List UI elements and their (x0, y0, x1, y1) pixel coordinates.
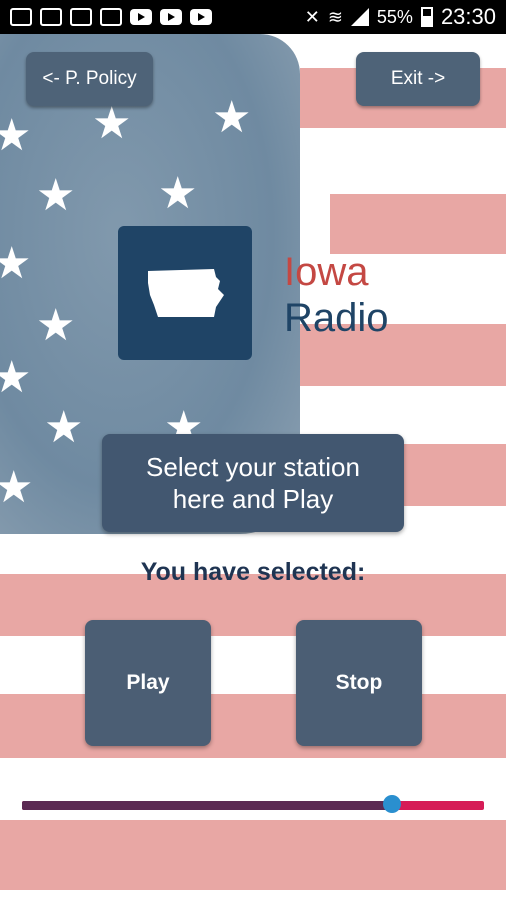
signal-icon (350, 8, 369, 26)
battery-icon (420, 7, 433, 27)
mail-icon (40, 8, 62, 26)
youtube-icon (190, 9, 212, 25)
star-icon: ★ (36, 301, 76, 350)
volume-fill (22, 801, 392, 810)
star-icon: ★ (44, 403, 84, 452)
logo-word-iowa: Iowa (284, 250, 369, 294)
youtube-icon (130, 9, 152, 25)
volume-slider[interactable] (22, 795, 484, 813)
message-icon (10, 8, 32, 26)
star-icon: ★ (0, 463, 34, 512)
apps-icon (70, 8, 92, 26)
notification-icons (10, 8, 212, 26)
status-bar: ✕ ≋ 55% 23:30 (0, 0, 506, 34)
image-icon (100, 8, 122, 26)
star-icon: ★ (0, 111, 32, 160)
stop-button[interactable]: Stop (296, 620, 422, 746)
play-button[interactable]: Play (85, 620, 211, 746)
station-select-line2: here and Play (172, 484, 334, 514)
star-icon: ★ (92, 99, 132, 148)
star-icon: ★ (212, 93, 252, 142)
star-icon: ★ (158, 169, 198, 218)
iowa-logo (118, 226, 252, 360)
station-select-line1: Select your station (146, 451, 360, 482)
station-select-button[interactable]: Select your station here and Play (102, 434, 404, 532)
star-icon: ★ (0, 239, 32, 288)
star-icon: ★ (0, 353, 32, 402)
volume-thumb[interactable] (382, 795, 401, 813)
system-icons: ✕ ≋ 55% 23:30 (305, 4, 496, 30)
logo-word-radio: Radio (284, 296, 389, 340)
youtube-icon (160, 9, 182, 25)
iowa-state-icon (148, 269, 224, 317)
mute-icon: ✕ (304, 6, 320, 27)
wifi-icon: ≋ (327, 6, 343, 27)
exit-button[interactable]: Exit -> (356, 52, 480, 106)
clock: 23:30 (440, 4, 496, 29)
star-icon: ★ (36, 171, 76, 220)
battery-percent: 55% (376, 6, 413, 27)
selected-station-label: You have selected: (140, 558, 366, 586)
privacy-policy-button[interactable]: <- P. Policy (26, 52, 153, 106)
